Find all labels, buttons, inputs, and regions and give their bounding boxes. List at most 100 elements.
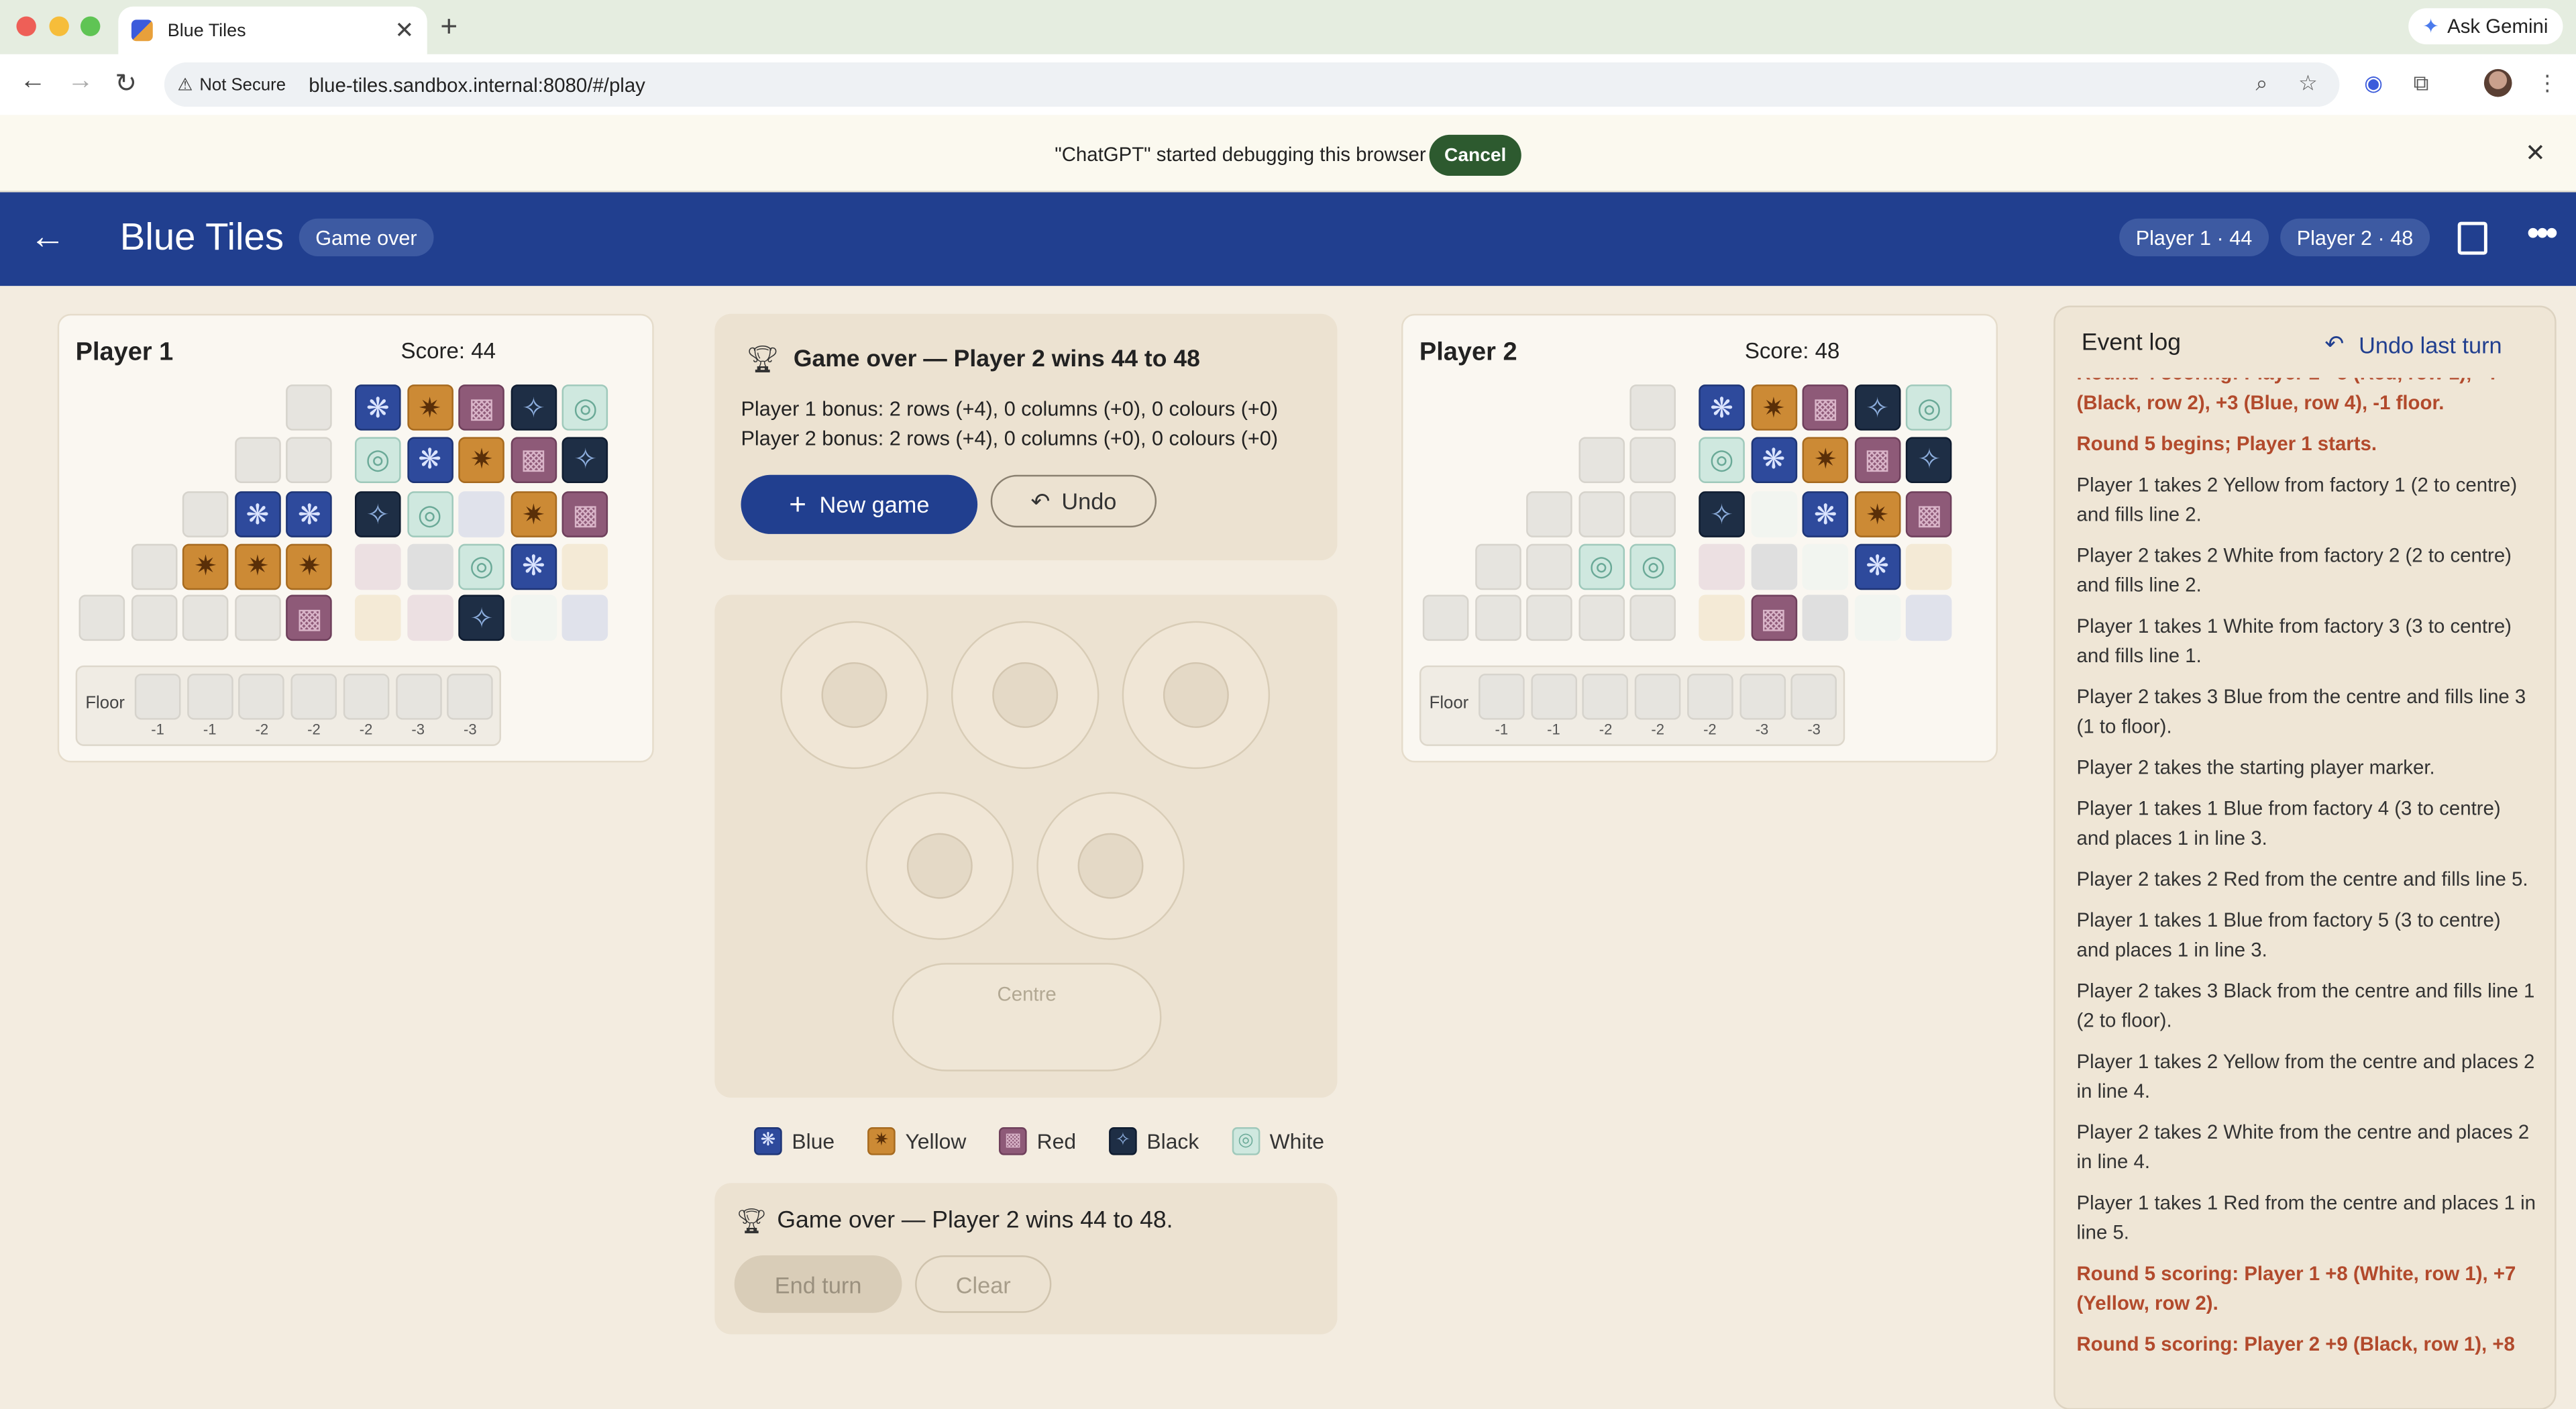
floor-penalty: -3 bbox=[411, 721, 425, 738]
extensions-icon[interactable]: ⧉ bbox=[2414, 70, 2429, 97]
debugging-message: "ChatGPT" started debugging this browser bbox=[1055, 143, 1426, 166]
ask-gemini-button[interactable]: ✦ Ask Gemini bbox=[2408, 8, 2563, 45]
white-tile[interactable]: ◎ bbox=[1578, 543, 1625, 590]
blue-tile-icon: ❋ bbox=[366, 392, 390, 423]
address-bar[interactable]: ⚠ Not Secure blue-tiles.sandbox.internal… bbox=[164, 62, 2340, 107]
pattern-slot[interactable] bbox=[234, 436, 281, 483]
centre-area[interactable]: Centre bbox=[892, 963, 1162, 1072]
red-tile-icon: ▩ bbox=[296, 603, 323, 635]
red-tile-icon: ▩ bbox=[1760, 603, 1787, 635]
bookmark-star-icon[interactable]: ☆ bbox=[2298, 70, 2318, 97]
url-text[interactable]: blue-tiles.sandbox.internal:8080/#/play bbox=[309, 73, 645, 96]
log-entry: Player 2 takes 3 Blue from the centre an… bbox=[2076, 685, 2526, 738]
game-status-chip: Game over bbox=[299, 218, 434, 257]
pattern-slot[interactable] bbox=[130, 543, 177, 590]
yellow-tile-icon: ✷ bbox=[470, 443, 494, 475]
floor-penalty: -2 bbox=[359, 721, 373, 738]
cancel-debugging-button[interactable]: Cancel bbox=[1429, 134, 1521, 176]
red-tile-icon: ▩ bbox=[520, 443, 547, 475]
security-label[interactable]: Not Secure bbox=[199, 74, 286, 94]
pattern-slot[interactable] bbox=[1474, 595, 1521, 642]
undo-button[interactable]: ↶ Undo bbox=[990, 474, 1157, 528]
red-tile-icon: ▩ bbox=[468, 392, 495, 423]
warning-icon[interactable]: ⚠ bbox=[177, 74, 193, 94]
password-manager-icon[interactable]: ◉ bbox=[2364, 70, 2383, 97]
floor-penalty: -2 bbox=[1651, 721, 1665, 738]
zoom-window-button[interactable] bbox=[80, 16, 101, 36]
close-tab-icon[interactable]: ✕ bbox=[394, 16, 414, 44]
pattern-slot[interactable] bbox=[1422, 595, 1469, 642]
wall-slot bbox=[407, 543, 453, 590]
pattern-slot[interactable] bbox=[234, 595, 281, 642]
pattern-slot[interactable] bbox=[78, 595, 125, 642]
wall-slot bbox=[562, 595, 609, 642]
factory-display[interactable] bbox=[951, 621, 1099, 770]
floor-slot bbox=[186, 674, 233, 720]
event-log-scroll[interactable]: Round 4 scoring: Player 2 +5 (Red, row 1… bbox=[2055, 378, 2555, 1387]
red-tile[interactable]: ▩ bbox=[286, 595, 333, 642]
profile-avatar[interactable] bbox=[2483, 68, 2512, 97]
blue-tile: ❋ bbox=[1803, 491, 1849, 538]
gemini-icon: ✦ bbox=[2422, 15, 2439, 38]
new-tab-button[interactable]: + bbox=[440, 10, 458, 44]
zoom-icon[interactable]: ⌕ bbox=[2255, 70, 2267, 97]
factory-display[interactable] bbox=[780, 621, 928, 770]
blue-tile[interactable]: ❋ bbox=[286, 491, 333, 538]
pattern-slot[interactable] bbox=[1630, 491, 1676, 538]
pattern-slot[interactable] bbox=[1630, 384, 1676, 431]
end-turn-button[interactable]: End turn bbox=[734, 1255, 902, 1313]
wall-slot bbox=[511, 595, 557, 642]
result-title: Game over — Player 2 wins 44 to 48 bbox=[793, 346, 1200, 373]
yellow-tile: ✷ bbox=[1854, 491, 1900, 538]
pattern-slot[interactable] bbox=[1526, 491, 1573, 538]
browser-tab[interactable]: Blue Tiles ✕ bbox=[118, 6, 427, 54]
factory-slot bbox=[821, 662, 888, 728]
pattern-slot[interactable] bbox=[1578, 491, 1625, 538]
browser-tab-strip: Blue Tiles ✕ + ✦ Ask Gemini bbox=[0, 0, 2576, 54]
new-game-button[interactable]: + New game bbox=[741, 474, 978, 534]
minimize-window-button[interactable] bbox=[49, 16, 69, 36]
pattern-slot[interactable] bbox=[1526, 543, 1573, 590]
back-icon[interactable]: ← bbox=[19, 67, 46, 97]
rules-book-icon[interactable] bbox=[2457, 221, 2487, 255]
clear-button[interactable]: Clear bbox=[915, 1255, 1052, 1313]
close-window-button[interactable] bbox=[16, 16, 36, 36]
white-swatch: ◎ bbox=[1232, 1127, 1260, 1155]
pattern-slot[interactable] bbox=[1526, 595, 1573, 642]
close-infobar-icon[interactable]: ✕ bbox=[2525, 138, 2546, 168]
yellow-tile[interactable]: ✷ bbox=[286, 543, 333, 590]
pattern-slot[interactable] bbox=[1578, 436, 1625, 483]
back-arrow-icon[interactable]: ← bbox=[30, 215, 66, 258]
factory-display[interactable] bbox=[865, 792, 1014, 940]
white-tile: ◎ bbox=[562, 384, 609, 431]
white-tile[interactable]: ◎ bbox=[1630, 543, 1676, 590]
pattern-slot[interactable] bbox=[1630, 436, 1676, 483]
factory-display[interactable] bbox=[1036, 792, 1185, 940]
forward-icon[interactable]: → bbox=[67, 67, 93, 97]
pattern-slot[interactable] bbox=[1474, 543, 1521, 590]
undo-last-turn-button[interactable]: ↶ Undo last turn bbox=[2324, 330, 2502, 358]
yellow-tile[interactable]: ✷ bbox=[234, 543, 281, 590]
pattern-slot[interactable] bbox=[286, 384, 333, 431]
pattern-slot[interactable] bbox=[1630, 595, 1676, 642]
white-tile: ◎ bbox=[1699, 436, 1745, 483]
pattern-slot[interactable] bbox=[130, 595, 177, 642]
pattern-slot[interactable] bbox=[182, 595, 229, 642]
blue-tile[interactable]: ❋ bbox=[234, 491, 281, 538]
black-tile-icon: ✧ bbox=[1866, 392, 1890, 423]
pattern-slot[interactable] bbox=[182, 491, 229, 538]
wall-slot bbox=[407, 595, 453, 642]
black-tile: ✧ bbox=[354, 491, 401, 538]
yellow-tile[interactable]: ✷ bbox=[182, 543, 229, 590]
browser-menu-icon[interactable]: ⋮ bbox=[2536, 70, 2558, 97]
legend-label: Red bbox=[1036, 1129, 1077, 1154]
pattern-slot[interactable] bbox=[1578, 595, 1625, 642]
black-tile: ✧ bbox=[511, 384, 557, 431]
factory-slot bbox=[906, 833, 973, 899]
white-tile-icon: ◎ bbox=[1709, 443, 1734, 475]
reload-icon[interactable]: ↻ bbox=[115, 67, 137, 100]
more-options-icon[interactable]: ••• bbox=[2527, 212, 2559, 255]
pattern-slot[interactable] bbox=[286, 436, 333, 483]
yellow-tile: ✷ bbox=[458, 436, 505, 483]
factory-display[interactable] bbox=[1122, 621, 1271, 770]
